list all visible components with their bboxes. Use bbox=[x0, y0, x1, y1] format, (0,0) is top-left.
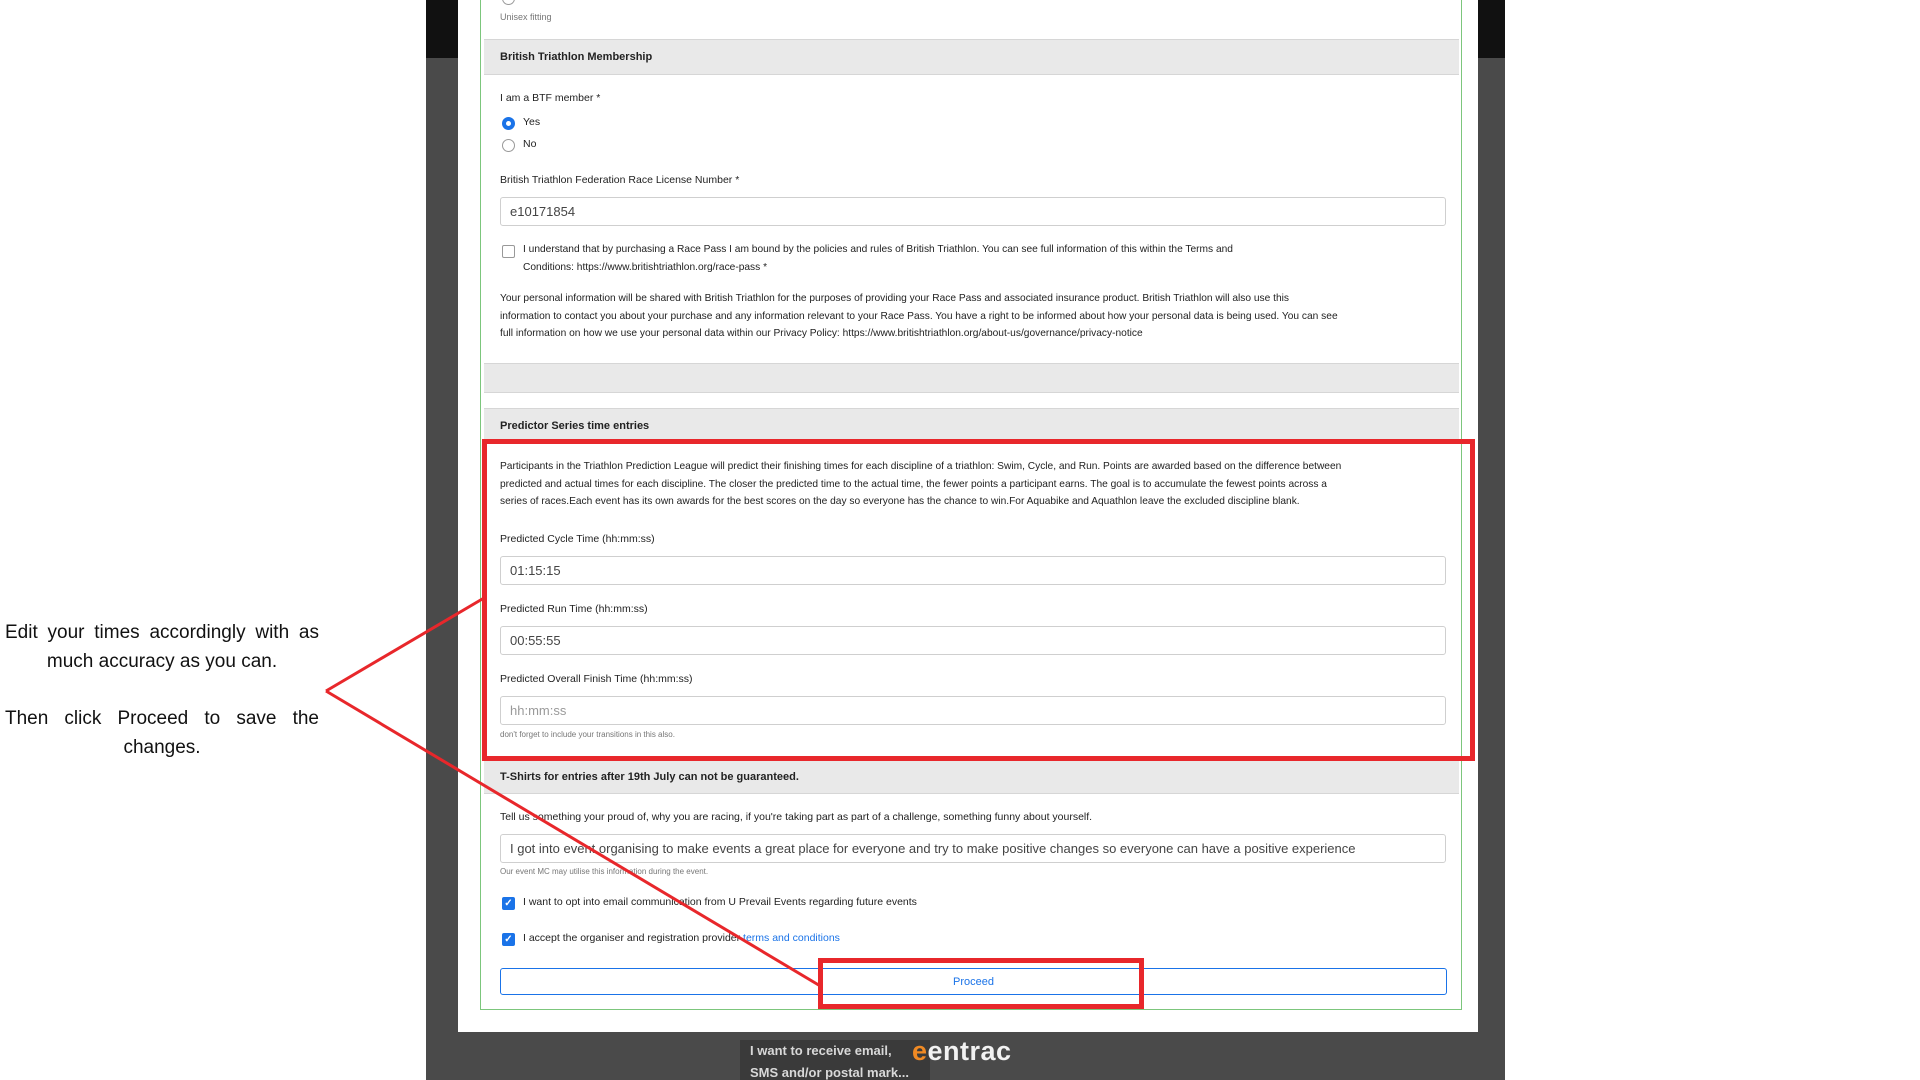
proceed-highlight-box bbox=[818, 958, 1144, 1009]
annotation-line-2: Then click Proceed to save the changes. bbox=[5, 708, 319, 758]
btf-member-label: I am a BTF member * bbox=[500, 92, 601, 104]
agree-line-1: I understand that by purchasing a Race P… bbox=[523, 244, 1233, 255]
email-optin-checkbox[interactable]: ✓ bbox=[502, 897, 515, 910]
annotation-text: Edit your times accordingly with as much… bbox=[5, 618, 319, 762]
annotation-line-1: Edit your times accordingly with as much… bbox=[5, 622, 319, 672]
logo-prefix: e bbox=[912, 1036, 928, 1066]
accept-terms-label: I accept the organiser and registration … bbox=[523, 932, 840, 944]
about-yourself-input[interactable]: I got into event organising to make even… bbox=[500, 834, 1446, 863]
empty-section-band bbox=[484, 363, 1459, 393]
email-optin-label: I want to opt into email communication f… bbox=[523, 896, 917, 908]
background-consent-text: I want to receive email, SMS and/or post… bbox=[740, 1040, 930, 1080]
radio-yes-label: Yes bbox=[523, 116, 541, 128]
race-pass-agree-checkbox[interactable] bbox=[502, 245, 515, 258]
privacy-line-3: full information on how we use your pers… bbox=[500, 328, 1143, 339]
race-pass-agree-label: I understand that by purchasing a Race P… bbox=[523, 241, 1423, 276]
license-number-input[interactable]: e10171854 bbox=[500, 197, 1446, 226]
privacy-line-2: information to contact you about your pu… bbox=[500, 310, 1338, 322]
license-label: British Triathlon Federation Race Licens… bbox=[500, 174, 740, 186]
predictor-highlight-box bbox=[482, 439, 1475, 761]
section-header-membership: British Triathlon Membership bbox=[484, 39, 1459, 75]
logo-rest: entrac bbox=[927, 1036, 1012, 1066]
privacy-line-1: Your personal information will be shared… bbox=[500, 293, 1289, 304]
radio-no[interactable] bbox=[502, 139, 515, 152]
radio-yes[interactable] bbox=[502, 117, 515, 130]
background-consent-line-1: I want to receive email, bbox=[750, 1043, 892, 1058]
fitting-note: Unisex fitting bbox=[500, 12, 552, 22]
agree-line-2: Conditions: https://www.britishtriathlon… bbox=[523, 261, 768, 273]
about-yourself-label: Tell us something your proud of, why you… bbox=[500, 811, 1093, 823]
background-consent-line-2: SMS and/or postal mark... bbox=[750, 1065, 909, 1080]
section-header-tshirts: T-Shirts for entries after 19th July can… bbox=[484, 760, 1459, 794]
terms-link[interactable]: terms and conditions bbox=[743, 932, 840, 944]
about-yourself-hint: Our event MC may utilise this informatio… bbox=[500, 867, 709, 876]
screenshot-stage: I want to receive email, SMS and/or post… bbox=[0, 0, 1920, 1080]
privacy-paragraph: Your personal information will be shared… bbox=[500, 290, 1450, 343]
eventrac-logo: eentrac bbox=[912, 1036, 1012, 1067]
radio-no-label: No bbox=[523, 138, 537, 150]
accept-terms-checkbox[interactable]: ✓ bbox=[502, 933, 515, 946]
accept-terms-text: I accept the organiser and registration … bbox=[523, 932, 744, 944]
